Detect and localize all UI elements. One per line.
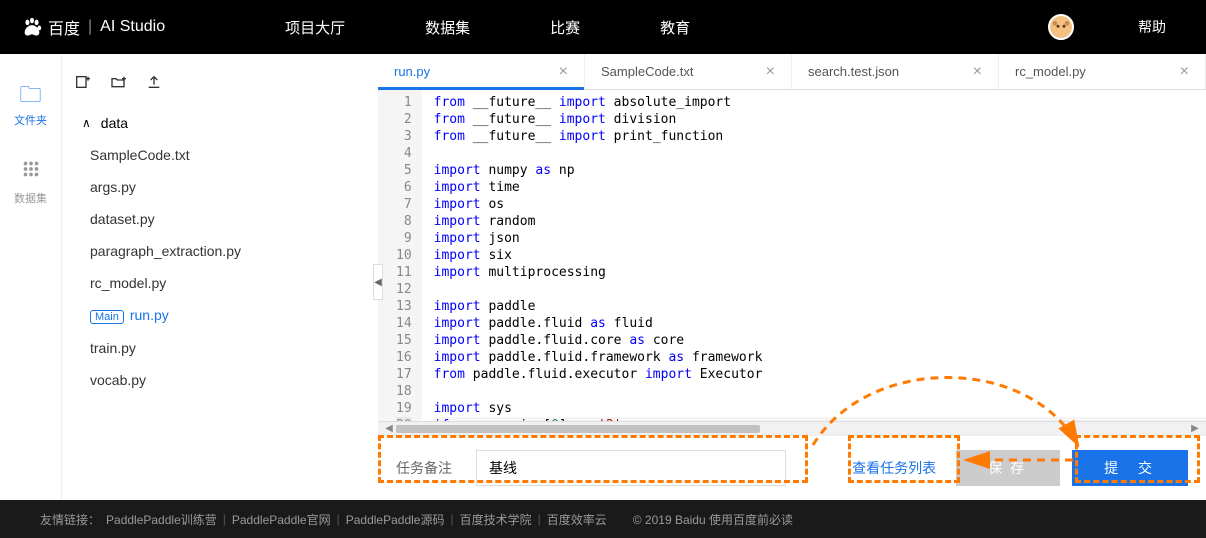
folder-icon: 🗀: [19, 84, 41, 106]
footer-link[interactable]: 百度效率云: [547, 511, 607, 528]
editor-pane: ◀ run.py × SampleCode.txt × search.test.…: [378, 54, 1206, 500]
help-link[interactable]: 帮助: [1138, 17, 1166, 37]
editor-tabs: run.py × SampleCode.txt × search.test.js…: [378, 54, 1206, 90]
footer-copyright: © 2019 Baidu 使用百度前必读: [633, 511, 793, 528]
task-input[interactable]: [476, 450, 786, 486]
footer-link[interactable]: 百度技术学院: [460, 511, 532, 528]
avatar[interactable]: [1048, 14, 1074, 40]
nav-competitions[interactable]: 比赛: [550, 17, 580, 38]
baidu-paw-icon: [20, 15, 44, 39]
view-tasks-link[interactable]: 查看任务列表: [852, 458, 936, 478]
nav-datasets[interactable]: 数据集: [425, 17, 470, 38]
close-icon[interactable]: ×: [766, 63, 775, 81]
upload-icon[interactable]: [146, 74, 162, 95]
main-badge: Main: [90, 310, 124, 324]
product-name: AI Studio: [100, 18, 165, 36]
nav-projects[interactable]: 项目大厅: [285, 17, 345, 38]
tab-search-test-json[interactable]: search.test.json ×: [792, 54, 999, 89]
gutter: 123456789101112131415161718192021222324: [378, 90, 422, 421]
nav-education[interactable]: 教育: [660, 17, 690, 38]
logo-text: 百度: [48, 15, 80, 39]
caret-icon: ∧: [82, 116, 91, 130]
tree-item[interactable]: rc_model.py: [70, 267, 378, 299]
tab-samplecode[interactable]: SampleCode.txt ×: [585, 54, 792, 89]
code-content[interactable]: from __future__ import absolute_importfr…: [422, 90, 1206, 421]
footer-label: 友情链接：: [40, 511, 100, 528]
logo-divider: |: [88, 18, 92, 36]
topnav: 项目大厅 数据集 比赛 教育: [285, 17, 770, 38]
active-file-label: run.py: [130, 307, 169, 323]
horizontal-scrollbar[interactable]: ◀ ▶: [378, 421, 1206, 435]
sidebar-toolbar: [62, 74, 378, 107]
submit-button[interactable]: 提 交: [1072, 450, 1188, 486]
main: 🗀 文件夹 数据集 ∧ data Sampl: [0, 54, 1206, 500]
tab-label: SampleCode.txt: [601, 64, 694, 79]
logo[interactable]: 百度 | AI Studio: [20, 15, 165, 39]
footer-link[interactable]: PaddlePaddle官网: [232, 511, 331, 528]
tree-item[interactable]: train.py: [70, 332, 378, 364]
tree-item-active[interactable]: Main run.py: [70, 299, 378, 332]
close-icon[interactable]: ×: [973, 63, 982, 81]
tree-item[interactable]: args.py: [70, 171, 378, 203]
tab-label: search.test.json: [808, 64, 899, 79]
tab-rc-model-py[interactable]: rc_model.py ×: [999, 54, 1206, 89]
tree-item[interactable]: SampleCode.txt: [70, 139, 378, 171]
topbar: 百度 | AI Studio 项目大厅 数据集 比赛 教育 帮助: [0, 0, 1206, 54]
tree-item[interactable]: vocab.py: [70, 364, 378, 396]
tab-label: rc_model.py: [1015, 64, 1086, 79]
scroll-right-icon[interactable]: ▶: [1188, 423, 1202, 434]
footer-link[interactable]: PaddlePaddle源码: [346, 511, 445, 528]
dataset-icon: [20, 158, 42, 184]
tab-run-py[interactable]: run.py ×: [378, 54, 585, 89]
close-icon[interactable]: ×: [559, 63, 568, 81]
close-icon[interactable]: ×: [1180, 63, 1189, 81]
folder-label: data: [101, 115, 128, 131]
leftbar-files-label: 文件夹: [14, 112, 47, 128]
new-file-icon[interactable]: [74, 74, 90, 95]
tree-item[interactable]: paragraph_extraction.py: [70, 235, 378, 267]
leftbar-datasets-label: 数据集: [14, 190, 47, 206]
scroll-left-icon[interactable]: ◀: [382, 423, 396, 434]
scroll-track[interactable]: [396, 424, 1188, 434]
code-editor[interactable]: 123456789101112131415161718192021222324 …: [378, 90, 1206, 421]
new-folder-icon[interactable]: [110, 74, 126, 95]
leftbar-files[interactable]: 🗀 文件夹: [14, 84, 47, 128]
tree-item[interactable]: dataset.py: [70, 203, 378, 235]
collapse-handle[interactable]: ◀: [373, 264, 383, 300]
file-tree: ∧ data SampleCode.txt args.py dataset.py…: [62, 107, 378, 396]
save-button[interactable]: 保存: [956, 450, 1060, 486]
leftbar: 🗀 文件夹 数据集: [0, 54, 62, 500]
tree-folder-data[interactable]: ∧ data: [70, 107, 378, 139]
footer-link[interactable]: PaddlePaddle训练营: [106, 511, 217, 528]
bottom-bar: 任务备注 查看任务列表 保存 提 交: [378, 435, 1206, 500]
topbar-right: 帮助: [1048, 14, 1196, 40]
tab-label: run.py: [394, 64, 430, 79]
task-label: 任务备注: [396, 458, 452, 478]
sidebar: ∧ data SampleCode.txt args.py dataset.py…: [62, 54, 378, 500]
footer: 友情链接： PaddlePaddle训练营| PaddlePaddle官网| P…: [0, 500, 1206, 538]
scroll-thumb[interactable]: [396, 425, 760, 433]
leftbar-datasets[interactable]: 数据集: [14, 158, 47, 206]
